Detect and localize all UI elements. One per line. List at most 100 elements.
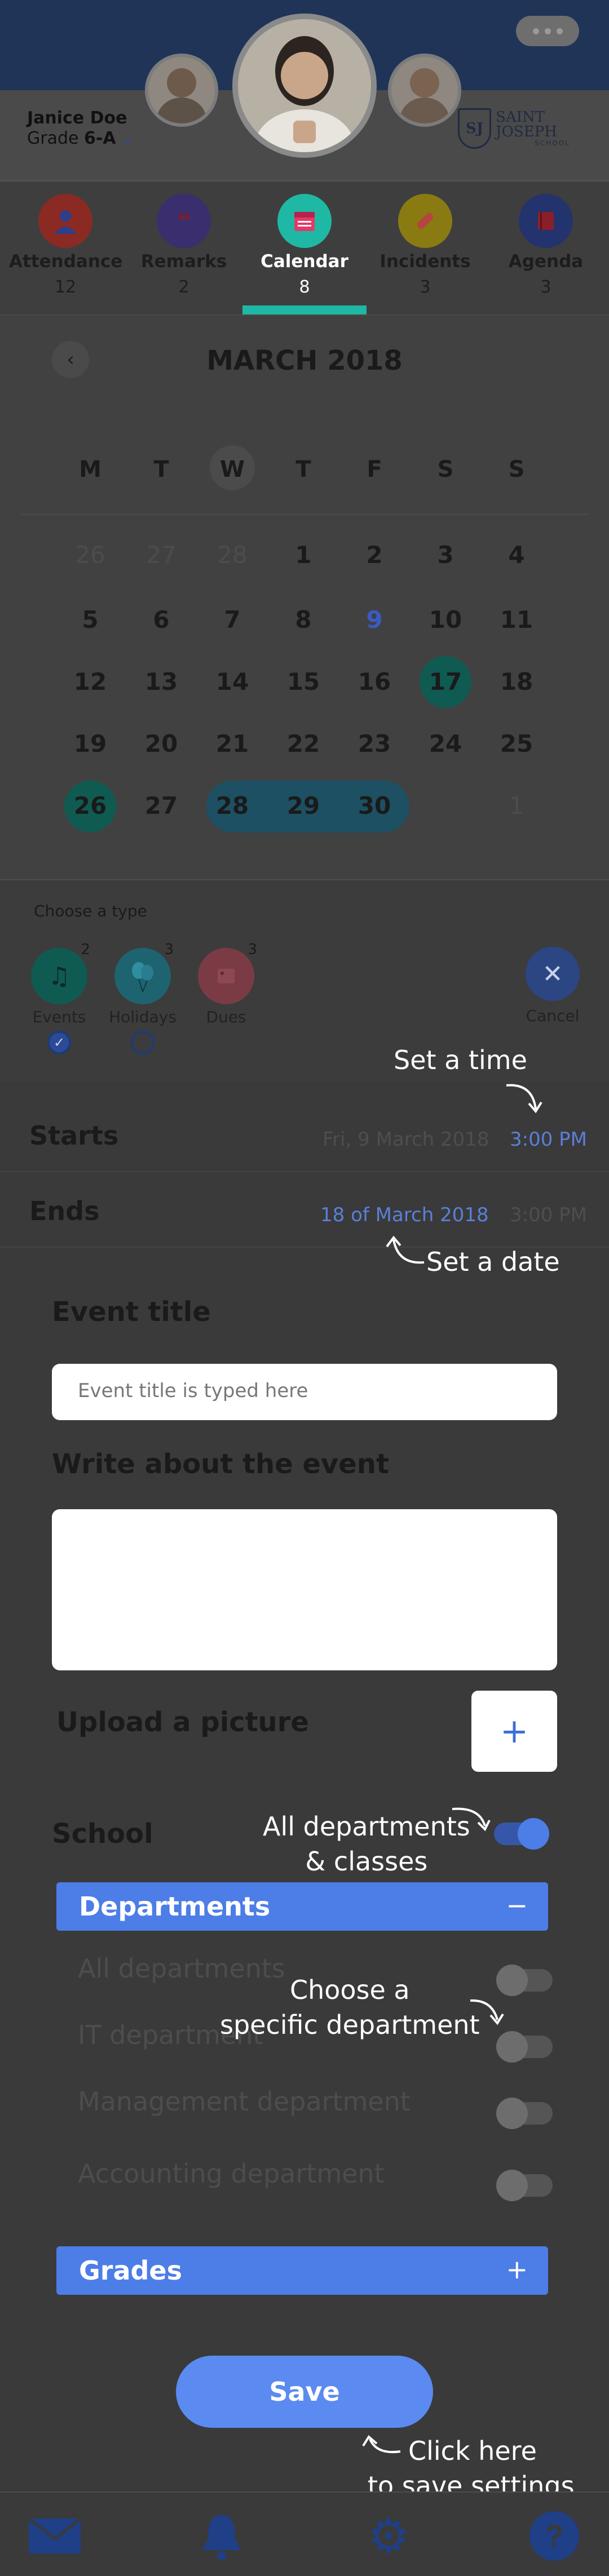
calendar-day[interactable]: 30 (346, 792, 403, 819)
school-all-toggle[interactable] (494, 1818, 549, 1850)
grade-value: 6-A (84, 128, 116, 148)
tab-incidents[interactable]: Incidents 3 (369, 194, 482, 297)
hint-arrow-icon (470, 1999, 504, 2025)
calendar-day[interactable]: 18 (488, 668, 545, 695)
grades-header[interactable]: Grades + (56, 2246, 548, 2295)
calendar-day[interactable]: 15 (275, 668, 332, 695)
check-icon: ✓ (53, 1035, 65, 1050)
calendar-day[interactable]: 2 (346, 541, 403, 569)
tab-agenda[interactable]: Agenda 3 (489, 194, 602, 297)
calendar-day[interactable]: 11 (488, 606, 545, 633)
department-toggle[interactable] (496, 2170, 553, 2201)
calendar-day[interactable]: 22 (275, 730, 332, 757)
expand-icon[interactable]: + (506, 2254, 528, 2285)
type-dues[interactable]: 3 Dues (184, 941, 268, 1026)
departments-header[interactable]: Departments − (56, 1882, 548, 1931)
collapse-icon[interactable]: − (506, 1890, 528, 1921)
calendar-day[interactable]: 21 (204, 730, 261, 757)
calendar-day[interactable]: 26 (62, 792, 118, 819)
student-name[interactable]: Janice Doe (27, 108, 127, 128)
department-toggle[interactable] (496, 2031, 553, 2063)
weekday-label: S (508, 456, 525, 482)
student-grade[interactable]: Grade 6-A ⌄ (27, 128, 134, 148)
department-toggle[interactable] (496, 1965, 553, 1996)
calendar-day[interactable]: 28 (204, 541, 261, 569)
calendar-day[interactable]: 23 (346, 730, 403, 757)
calendar-day[interactable]: 16 (346, 668, 403, 695)
ends-row[interactable]: Ends 18 of March 2018 3:00 PM (0, 1172, 609, 1248)
mail-icon[interactable] (24, 2505, 86, 2567)
calendar-icon (277, 194, 332, 248)
bell-icon[interactable] (191, 2505, 253, 2567)
weekday-label: M (79, 456, 102, 482)
calendar-day[interactable]: 8 (275, 606, 332, 633)
calendar-day[interactable]: 10 (417, 606, 474, 633)
hint-set-date: Set a date (426, 1247, 560, 1277)
student-avatar[interactable] (232, 14, 377, 158)
calendar-day[interactable]: 13 (133, 668, 189, 695)
calendar-day[interactable]: 3 (417, 541, 474, 569)
sibling-avatar-right[interactable] (388, 54, 461, 127)
ends-label: Ends (29, 1196, 100, 1226)
chooser-title: Choose a type (34, 902, 147, 920)
end-date[interactable]: 18 of March 2018 (320, 1204, 489, 1226)
start-time[interactable]: 3:00 PM (510, 1128, 587, 1151)
starts-label: Starts (29, 1120, 119, 1151)
department-item: Management department (78, 2086, 411, 2117)
more-options-button[interactable] (516, 16, 579, 46)
type-holidays[interactable]: 3 Holidays (100, 941, 185, 1054)
chevron-down-icon[interactable]: ⌄ (121, 131, 134, 148)
events-radio[interactable]: ✓ (47, 1031, 71, 1054)
weekday-label: W (219, 456, 245, 482)
calendar-day[interactable]: 27 (133, 792, 189, 819)
calendar-day[interactable]: 17 (417, 668, 474, 695)
event-title-placeholder: Event title is typed here (78, 1380, 308, 1402)
holidays-radio[interactable] (131, 1031, 155, 1054)
calendar-day[interactable]: 12 (62, 668, 118, 695)
calendar-day[interactable]: 14 (204, 668, 261, 695)
calendar-day[interactable]: 19 (62, 730, 118, 757)
hint-arrow-icon (452, 1807, 491, 1832)
calendar-day[interactable]: 1 (275, 541, 332, 569)
calendar-day[interactable]: 6 (133, 606, 189, 633)
calendar-day[interactable]: 29 (275, 792, 332, 819)
calendar-day[interactable]: 26 (62, 541, 118, 569)
weekday-label: F (367, 456, 382, 482)
end-time[interactable]: 3:00 PM (510, 1204, 587, 1226)
plus-icon: + (500, 1712, 529, 1751)
calendar-day[interactable]: 27 (133, 541, 189, 569)
upload-picture-button[interactable]: + (471, 1691, 557, 1772)
tab-calendar[interactable]: Calendar 8 (248, 194, 361, 297)
calendar-day-today[interactable]: 9 (346, 606, 403, 633)
save-button[interactable]: Save (176, 2356, 433, 2428)
profile-header: Janice Doe Grade 6-A ⌄ SJ SAINT JOSEPH S… (0, 0, 609, 180)
calendar-day[interactable]: 1 (488, 792, 545, 819)
start-date[interactable]: Fri, 9 March 2018 (323, 1128, 489, 1151)
calendar-day[interactable]: 25 (488, 730, 545, 757)
weekday-label: T (153, 456, 169, 482)
sibling-avatar-left[interactable] (145, 54, 218, 127)
gear-icon[interactable]: ⚙ (358, 2505, 420, 2567)
cancel-button[interactable]: ✕ Cancel (524, 947, 581, 1025)
department-toggle[interactable] (496, 2098, 553, 2129)
bandage-icon (398, 194, 452, 248)
type-events[interactable]: ♫ 2 Events ✓ (17, 941, 102, 1054)
calendar-day[interactable]: 28 (204, 792, 261, 819)
calendar-day[interactable]: 5 (62, 606, 118, 633)
weekday-label: S (437, 456, 454, 482)
calendar-day[interactable]: 24 (417, 730, 474, 757)
calendar-day[interactable]: 7 (204, 606, 261, 633)
tab-attendance[interactable]: Attendance 12 (9, 194, 122, 297)
event-title-input[interactable]: Event title is typed here (52, 1364, 557, 1420)
help-icon[interactable]: ? (523, 2505, 585, 2567)
balloon-icon (114, 948, 171, 1004)
close-icon: ✕ (526, 947, 580, 1001)
upload-label: Upload a picture (56, 1706, 309, 1738)
school-logo: SJ SAINT JOSEPH SCHOOL (458, 108, 609, 149)
school-label: School (52, 1818, 153, 1850)
tab-remarks[interactable]: ❝ Remarks 2 (127, 194, 240, 297)
calendar-day[interactable]: 4 (488, 541, 545, 569)
description-label: Write about the event (52, 1448, 389, 1480)
description-textarea[interactable] (52, 1509, 557, 1670)
calendar-day[interactable]: 20 (133, 730, 189, 757)
